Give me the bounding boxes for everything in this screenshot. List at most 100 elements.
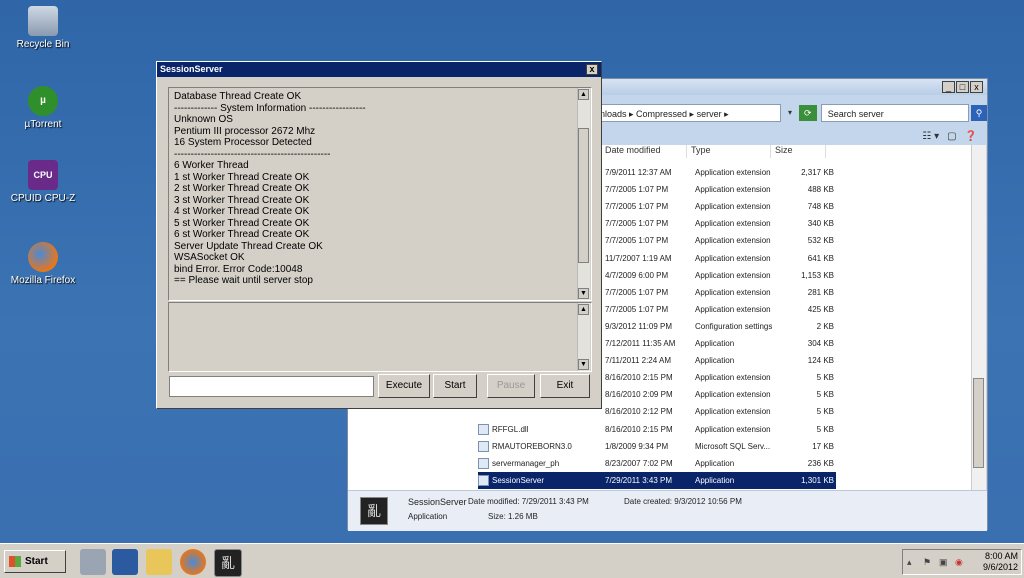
command-input[interactable] — [169, 376, 374, 397]
file-row[interactable]: SessionServer 7/29/2011 3:43 PM Applicatio… — [478, 471, 836, 489]
scroll-down-icon[interactable]: ▼ — [578, 288, 589, 299]
file-date: 9/3/2012 11:09 PM — [605, 321, 673, 331]
tray-chevron-icon[interactable]: ▴ — [907, 557, 917, 567]
network-icon[interactable]: ▣ — [939, 557, 949, 567]
system-tray: ▴ ⚑ ▣ ◉ 8:00 AM 9/6/2012 — [902, 549, 1022, 575]
file-date: 7/7/2005 1:07 PM — [605, 236, 669, 246]
file-date: 8/16/2010 2:09 PM — [605, 390, 673, 400]
search-icon[interactable]: ⚲ — [971, 105, 987, 121]
file-name-cell: RMAUTOREBORN3.0 — [478, 440, 601, 452]
file-row[interactable]: RFFGL.dll 8/16/2010 2:15 PM Application ex… — [478, 421, 836, 438]
file-row[interactable]: RMAUTOREBORN3.0 1/8/2009 9:34 PM Microsoft… — [478, 438, 836, 455]
explorer-window-buttons: _ □ x — [942, 81, 983, 93]
log-line: 4 st Worker Thread Create OK — [174, 206, 310, 217]
desktop-icon-utorrent[interactable]: µ µTorrent — [8, 86, 78, 130]
flag-icon[interactable]: ⚑ — [923, 557, 933, 567]
maximize-button[interactable]: □ — [956, 81, 969, 93]
volume-icon[interactable]: ◉ — [955, 557, 965, 567]
column-size[interactable]: Size — [771, 145, 826, 158]
address-dropdown-icon[interactable]: ▾ — [781, 104, 799, 122]
views-icon[interactable]: ☷ ▾ — [922, 131, 939, 142]
clock-time: 8:00 AM — [984, 551, 1018, 561]
log-line: 3 st Worker Thread Create OK — [174, 194, 310, 206]
file-row[interactable]: servermanager_ph 8/23/2007 7:02 PM Applica… — [478, 455, 836, 472]
file-size: 532 KB — [807, 236, 834, 246]
file-date: 7/7/2005 1:07 PM — [605, 304, 669, 314]
file-date: 7/7/2005 1:07 PM — [605, 202, 669, 212]
file-size: 5 KB — [816, 390, 834, 400]
desktop-icon-recycle-bin[interactable]: Recycle Bin — [8, 6, 78, 50]
file-type: Application extension — [695, 424, 771, 434]
file-name: servermanager_ph — [492, 458, 560, 468]
file-name-cell: SessionServer — [478, 474, 601, 486]
log-line: 5 st Worker Thread Create OK — [174, 217, 310, 229]
firefox-taskbar-icon[interactable] — [180, 549, 206, 575]
server-manager-icon[interactable] — [80, 549, 106, 575]
minimize-button[interactable]: _ — [942, 81, 955, 93]
powershell-icon[interactable] — [112, 549, 138, 575]
log-line: 16 System Processor Detected — [174, 137, 312, 148]
clock[interactable]: 8:00 AM 9/6/2012 — [983, 551, 1018, 573]
start-button[interactable]: Start — [433, 374, 477, 398]
close-button[interactable]: x — [970, 81, 983, 93]
log-line: 1 st Worker Thread Create OK — [174, 171, 310, 183]
exit-button[interactable]: Exit — [540, 374, 590, 398]
file-type: Application extension — [695, 270, 771, 280]
file-type: Microsoft SQL Serv... — [695, 441, 771, 451]
scroll-down-icon[interactable]: ▼ — [578, 359, 589, 370]
scrollbar-thumb[interactable] — [578, 128, 589, 263]
session-server-taskbar-icon[interactable]: 亂 — [214, 549, 242, 577]
dialog-titlebar[interactable]: SessionServer x — [157, 62, 601, 77]
utorrent-icon: µ — [28, 86, 58, 116]
scrollbar-thumb[interactable] — [973, 378, 984, 468]
dialog-title: SessionServer — [160, 64, 223, 74]
file-size: 236 KB — [807, 458, 834, 468]
file-date: 1/8/2009 9:34 PM — [605, 441, 669, 451]
file-type: Configuration settings — [695, 321, 773, 331]
pause-button[interactable]: Pause — [487, 374, 535, 398]
file-size: 1,301 KB — [801, 475, 834, 485]
secondary-log-scrollbar[interactable]: ▲ ▼ — [577, 303, 590, 371]
details-pane: 亂 SessionServer Date modified: 7/29/2011… — [348, 490, 987, 531]
desktop-icon-firefox[interactable]: Mozilla Firefox — [8, 242, 78, 286]
column-headers: Date modified Type Size — [601, 145, 826, 158]
file-icon — [478, 457, 489, 469]
execute-button[interactable]: Execute — [378, 374, 430, 398]
server-log-output[interactable]: Database Thread Create OK ------------- S… — [168, 87, 592, 301]
column-type[interactable]: Type — [687, 145, 771, 158]
file-size: 5 KB — [816, 407, 834, 417]
desktop-icon-cpuz[interactable]: CPU CPUID CPU-Z — [8, 160, 78, 204]
scroll-up-icon[interactable]: ▲ — [578, 304, 589, 315]
log-line: ------------- System Information -------… — [174, 102, 366, 114]
address-path[interactable]: nloads ▸ Compressed ▸ server ▸ — [593, 104, 782, 122]
file-date: 8/23/2007 7:02 PM — [605, 458, 673, 468]
file-list-scrollbar[interactable] — [971, 145, 986, 490]
file-size: 124 KB — [807, 356, 834, 366]
file-type: Application extension — [695, 390, 771, 400]
preview-pane-icon[interactable]: ▢ — [947, 131, 956, 142]
secondary-log-output[interactable]: ▲ ▼ — [168, 302, 592, 372]
file-type: Application extension — [695, 287, 771, 297]
desktop-icon-label: Recycle Bin — [16, 39, 70, 50]
file-date: 7/11/2011 2:24 AM — [605, 356, 671, 366]
column-date[interactable]: Date modified — [601, 145, 687, 158]
file-name: RFFGL.dll — [492, 424, 529, 434]
file-size: 5 KB — [816, 424, 834, 434]
search-input[interactable]: Search server — [820, 104, 970, 122]
log-scrollbar[interactable]: ▲ ▼ — [577, 88, 590, 300]
log-line: Unknown OS — [174, 114, 233, 125]
file-icon — [478, 423, 489, 435]
help-icon[interactable]: ❓ — [965, 131, 977, 142]
file-type: Application — [695, 356, 735, 366]
file-date: 7/12/2011 11:35 AM — [605, 339, 676, 348]
file-size: 2,317 KB — [801, 168, 834, 177]
file-type: Application extension — [695, 185, 771, 195]
dialog-close-button[interactable]: x — [586, 64, 598, 75]
start-button[interactable]: Start — [4, 550, 66, 573]
scroll-up-icon[interactable]: ▲ — [578, 89, 589, 100]
log-line: bind Error. Error Code:10048 — [174, 263, 303, 275]
refresh-icon[interactable]: ⟳ — [798, 105, 817, 121]
file-name: RMAUTOREBORN3.0 — [492, 441, 572, 451]
file-type: Application extension — [695, 373, 771, 383]
explorer-folder-icon[interactable] — [146, 549, 172, 575]
